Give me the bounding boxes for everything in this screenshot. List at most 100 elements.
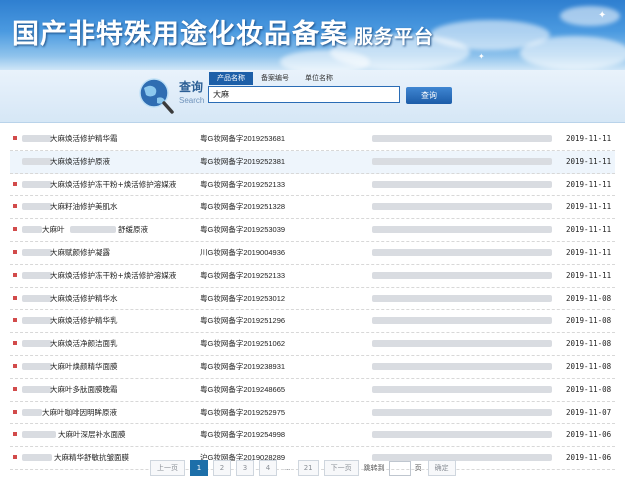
redacted-company [372, 226, 552, 234]
redacted-company [372, 248, 552, 256]
record-date: 2019-11-08 [566, 384, 612, 394]
product-name[interactable]: 大麻焕活修护冻干粉+焕活修护溶媒液 [50, 174, 176, 195]
list-item[interactable]: 大麻焕活修护精华霜 粤G妆网备字2019253681 2019-11-11 [10, 128, 615, 151]
globe-search-icon [139, 78, 174, 114]
page-4-button[interactable]: 4 [259, 460, 277, 476]
search-label-cn: 查询 [179, 80, 204, 94]
search-label: 查询 Search [179, 81, 204, 107]
product-name[interactable]: 大麻叶 [42, 219, 65, 240]
redacted-mark [22, 408, 42, 416]
sparkle-icon: ✦ [598, 10, 607, 21]
list-item[interactable]: 大麻叶深层补水面膜 粤G妆网备字2019254998 2019-11-06 [10, 424, 615, 448]
page-1-button[interactable]: 1 [190, 460, 208, 476]
record-number: 粤G妆网备字2019251296 [200, 316, 286, 326]
bullet-icon [13, 295, 17, 300]
next-page-button[interactable]: 下一页 [323, 460, 359, 476]
product-name[interactable]: 大麻叶焕颜精华面膜 [50, 356, 118, 377]
product-name[interactable]: 大麻焕活净颜洁面乳 [50, 333, 118, 354]
redacted-mark [22, 317, 52, 325]
record-number: 粤G妆网备字2019251062 [200, 339, 286, 349]
sparkle-icon: ✦ [478, 52, 485, 61]
product-name-suffix[interactable]: 舒缓原液 [118, 219, 148, 240]
bullet-icon [13, 432, 17, 437]
redacted-company [372, 294, 552, 302]
bullet-icon [13, 249, 17, 254]
redacted-company [372, 408, 552, 416]
redacted-mark [22, 431, 56, 439]
list-item[interactable]: 大麻焕活修护冻干粉+焕活修护溶媒液 粤G妆网备字2019252133 2019-11… [10, 265, 615, 288]
record-number: 粤G妆网备字2019252133 [200, 270, 286, 280]
page-subtitle: 服务平台 [354, 26, 435, 48]
confirm-jump-button[interactable]: 确定 [427, 460, 456, 476]
product-name[interactable]: 大麻焕活修护原液 [50, 151, 110, 172]
bullet-icon [13, 409, 17, 414]
product-name[interactable]: 大麻焕活修护冻干粉+焕活修护溶媒液 [50, 265, 176, 286]
product-name[interactable]: 大麻籽油修护美肌水 [50, 196, 118, 217]
redacted-mark [22, 294, 52, 302]
list-item[interactable]: 大麻焕活修护精华水 粤G妆网备字2019253012 2019-11-08 [10, 288, 615, 311]
list-item[interactable]: 大麻焕活修护原液 粤G妆网备字2019252381 2019-11-11 [10, 150, 615, 174]
list-item[interactable]: 大麻焕活修护冻干粉+焕活修护溶媒液 粤G妆网备字2019252133 2019-11… [10, 174, 615, 197]
redacted-company [372, 431, 552, 439]
record-date: 2019-11-11 [566, 225, 612, 235]
page-last-button[interactable]: 21 [297, 460, 319, 476]
redacted-company [372, 180, 552, 188]
product-name[interactable]: 大麻精华舒敏抗皱面膜 [54, 447, 129, 468]
record-number: 粤G妆网备字2019238931 [200, 361, 286, 371]
list-item[interactable]: 大麻赋颜修护凝露 川G妆网备字2019004936 2019-11-11 [10, 242, 615, 265]
page-2-button[interactable]: 2 [213, 460, 231, 476]
search-button[interactable]: 查询 [406, 87, 452, 104]
list-item[interactable]: 大麻叶咖啡因明眸原液 粤G妆网备字2019252975 2019-11-07 [10, 402, 615, 425]
list-item[interactable]: 大麻籽油修护美肌水 粤G妆网备字2019251328 2019-11-11 [10, 196, 615, 220]
page-ellipsis: ... [284, 464, 291, 472]
record-date: 2019-11-11 [566, 202, 612, 212]
tab-product-name[interactable]: 产品名称 [209, 72, 253, 85]
tab-company-name[interactable]: 单位名称 [297, 72, 341, 85]
jump-page-input[interactable] [388, 460, 411, 476]
record-date: 2019-11-11 [566, 247, 612, 257]
record-date: 2019-11-11 [566, 179, 612, 189]
bullet-icon [13, 136, 17, 140]
bullet-icon [13, 181, 17, 186]
search-label-en: Search [179, 96, 205, 105]
redacted-mark [22, 135, 52, 142]
record-number: 粤G妆网备字2019252133 [200, 179, 286, 189]
list-item[interactable]: 大麻叶多肽面膜晚霜 粤G妆网备字2019248665 2019-11-08 [10, 379, 615, 402]
record-date: 2019-11-08 [566, 361, 612, 371]
bullet-icon [13, 363, 17, 368]
product-name[interactable]: 大麻焕活修护精华乳 [50, 310, 118, 331]
bullet-icon [13, 341, 17, 346]
pagination: 上一页 1 2 3 4 ... 21 下一页 跳转到 页 确定 [150, 460, 461, 476]
page-title: 国产非特殊用途化妆品备案 服务平台 [12, 12, 434, 51]
list-item[interactable]: 大麻叶 舒缓原液 粤G妆网备字2019253039 2019-11-11 [10, 219, 615, 242]
search-input[interactable]: 大麻 [208, 86, 400, 103]
prev-page-button[interactable]: 上一页 [150, 460, 185, 476]
redacted-mark [22, 454, 52, 462]
bullet-icon [13, 318, 17, 323]
tab-record-number[interactable]: 备案编号 [253, 72, 297, 85]
product-name[interactable]: 大麻赋颜修护凝露 [50, 242, 110, 263]
product-name[interactable]: 大麻焕活修护精华霜 [50, 128, 118, 149]
product-name[interactable]: 大麻焕活修护精华水 [50, 288, 118, 309]
record-date: 2019-11-08 [566, 316, 612, 326]
record-number: 粤G妆网备字2019252975 [200, 407, 286, 417]
redacted-mark [22, 271, 52, 279]
list-item[interactable]: 大麻焕活修护精华乳 粤G妆网备字2019251296 2019-11-08 [10, 310, 615, 334]
record-number: 粤G妆网备字2019253012 [200, 293, 286, 303]
bullet-icon [13, 386, 17, 391]
record-number: 粤G妆网备字2019253681 [200, 134, 286, 143]
redacted-mark [22, 362, 52, 370]
record-date: 2019-11-08 [566, 293, 612, 303]
record-date: 2019-11-06 [566, 453, 612, 463]
jump-label: 跳转到 [363, 464, 385, 472]
page-unit-label: 页 [414, 464, 422, 472]
product-name[interactable]: 大麻叶咖啡因明眸原液 [42, 402, 117, 423]
product-name[interactable]: 大麻叶深层补水面膜 [58, 424, 126, 445]
list-item[interactable]: 大麻焕活净颜洁面乳 粤G妆网备字2019251062 2019-11-08 [10, 333, 615, 356]
bullet-icon [13, 455, 17, 460]
record-number: 川G妆网备字2019004936 [200, 247, 286, 257]
product-name[interactable]: 大麻叶多肽面膜晚霜 [50, 379, 118, 400]
search-area: 查询 Search 产品名称 备案编号 单位名称 大麻 查询 [0, 70, 625, 123]
list-item[interactable]: 大麻叶焕颜精华面膜 粤G妆网备字2019238931 2019-11-08 [10, 356, 615, 379]
page-3-button[interactable]: 3 [236, 460, 254, 476]
